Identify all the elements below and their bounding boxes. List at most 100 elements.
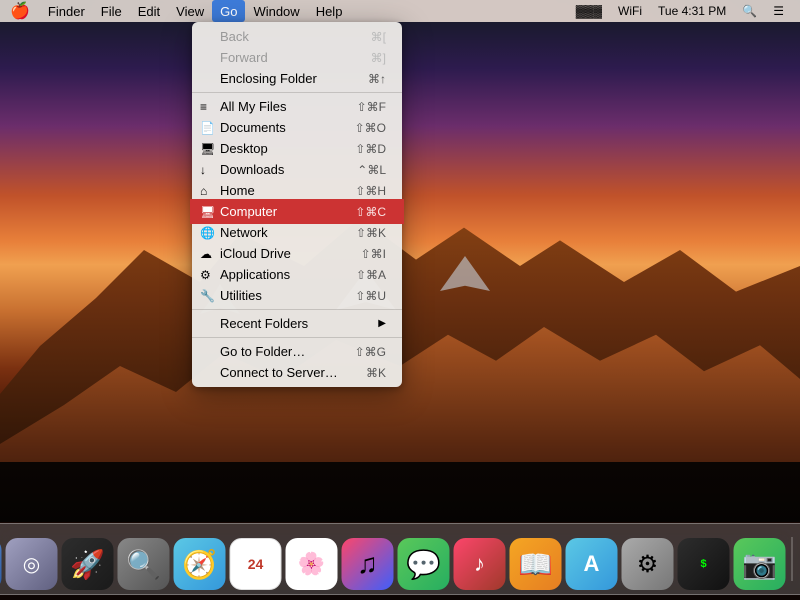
enclosing-label: Enclosing Folder bbox=[220, 71, 368, 86]
enclosing-shortcut: ⌘↑ bbox=[368, 72, 386, 86]
menubar: 🍎 Finder File Edit View Go Window Help bbox=[0, 0, 800, 22]
menu-item-connect-server[interactable]: Connect to Server… ⌘K bbox=[192, 362, 402, 383]
snow-patch-2 bbox=[440, 256, 490, 291]
desktop-shortcut: ⇧⌘D bbox=[355, 142, 386, 156]
connect-server-shortcut: ⌘K bbox=[366, 366, 386, 380]
icloud-shortcut: ⇧⌘I bbox=[361, 247, 386, 261]
icloud-label: iCloud Drive bbox=[220, 246, 361, 261]
desktop-icon: 🖥 bbox=[200, 142, 215, 156]
menu-item-documents[interactable]: 📄 Documents ⇧⌘O bbox=[192, 117, 402, 138]
home-icon: ⌂ bbox=[200, 184, 207, 198]
dock-appstore[interactable]: A bbox=[566, 538, 618, 590]
menu-item-all-my-files[interactable]: ≡ All My Files ⇧⌘F bbox=[192, 96, 402, 117]
dock-calendar[interactable]: 24 bbox=[230, 538, 282, 590]
dock-finder[interactable]: 🌀 bbox=[0, 538, 2, 590]
dock-safari[interactable]: 🧭 bbox=[174, 538, 226, 590]
applications-icon: ⚙ bbox=[200, 268, 211, 282]
all-my-files-label: All My Files bbox=[220, 99, 357, 114]
goto-folder-label: Go to Folder… bbox=[220, 344, 355, 359]
menu-item-recent-folders[interactable]: Recent Folders bbox=[192, 313, 402, 334]
battery-indicator[interactable]: ▓▓▓ bbox=[568, 0, 610, 22]
menu-item-home[interactable]: ⌂ Home ⇧⌘H bbox=[192, 180, 402, 201]
help-label: Help bbox=[316, 4, 343, 19]
computer-shortcut: ⇧⌘C bbox=[355, 205, 386, 219]
clock[interactable]: Tue 4:31 PM bbox=[650, 0, 734, 22]
wifi-icon: WiFi bbox=[618, 4, 642, 18]
search-icon: 🔍 bbox=[742, 4, 757, 18]
menu-item-icloud[interactable]: ☁ iCloud Drive ⇧⌘I bbox=[192, 243, 402, 264]
menubar-file[interactable]: File bbox=[93, 0, 130, 22]
apple-icon: 🍎 bbox=[10, 1, 30, 21]
finder-label: Finder bbox=[48, 4, 85, 19]
network-icon: 🌐 bbox=[200, 226, 215, 240]
documents-label: Documents bbox=[220, 120, 355, 135]
menubar-view[interactable]: View bbox=[168, 0, 212, 22]
menubar-left: 🍎 Finder File Edit View Go Window Help bbox=[0, 0, 568, 22]
back-shortcut: ⌘[ bbox=[371, 30, 386, 44]
dock-launchpad[interactable]: 🚀 bbox=[62, 538, 114, 590]
edit-label: Edit bbox=[138, 4, 160, 19]
applications-label: Applications bbox=[220, 267, 356, 282]
menu-item-forward[interactable]: Forward ⌘] bbox=[192, 47, 402, 68]
menu-item-computer[interactable]: 🖥 Computer ⇧⌘C bbox=[192, 201, 402, 222]
menu-item-network[interactable]: 🌐 Network ⇧⌘K bbox=[192, 222, 402, 243]
dock-terminal[interactable]: $ bbox=[678, 538, 730, 590]
utilities-icon: 🔧 bbox=[200, 289, 215, 303]
dock-photos[interactable]: 🌸 bbox=[286, 538, 338, 590]
utilities-label: Utilities bbox=[220, 288, 355, 303]
menu-separator-2 bbox=[192, 309, 402, 310]
menu-separator-1 bbox=[192, 92, 402, 93]
dock-separator bbox=[792, 537, 793, 581]
apple-menu[interactable]: 🍎 bbox=[0, 0, 40, 22]
desktop: 🍎 Finder File Edit View Go Window Help bbox=[0, 0, 800, 600]
all-my-files-icon: ≡ bbox=[200, 100, 207, 114]
view-label: View bbox=[176, 4, 204, 19]
menu-item-downloads[interactable]: ↓ Downloads ⌃⌘L bbox=[192, 159, 402, 180]
notification-center[interactable]: ☰ bbox=[765, 0, 792, 22]
clock-display: Tue 4:31 PM bbox=[658, 4, 726, 18]
search-button[interactable]: 🔍 bbox=[734, 0, 765, 22]
computer-label: Computer bbox=[220, 204, 355, 219]
goto-folder-shortcut: ⇧⌘G bbox=[355, 345, 386, 359]
menubar-help[interactable]: Help bbox=[308, 0, 351, 22]
dock-siri[interactable]: ◎ bbox=[6, 538, 58, 590]
back-label: Back bbox=[220, 29, 371, 44]
documents-icon: 📄 bbox=[200, 121, 215, 135]
documents-shortcut: ⇧⌘O bbox=[355, 121, 386, 135]
network-shortcut: ⇧⌘K bbox=[356, 226, 386, 240]
menu-item-desktop[interactable]: 🖥 Desktop ⇧⌘D bbox=[192, 138, 402, 159]
downloads-icon: ↓ bbox=[200, 163, 206, 177]
dock-itunes[interactable]: ♫ bbox=[342, 538, 394, 590]
wifi-indicator[interactable]: WiFi bbox=[610, 0, 650, 22]
menubar-edit[interactable]: Edit bbox=[130, 0, 168, 22]
network-label: Network bbox=[220, 225, 356, 240]
home-shortcut: ⇧⌘H bbox=[355, 184, 386, 198]
dock-ibooks[interactable]: 📖 bbox=[510, 538, 562, 590]
dock-magnifier[interactable]: 🔍 bbox=[118, 538, 170, 590]
forward-shortcut: ⌘] bbox=[371, 51, 386, 65]
menubar-right: ▓▓▓ WiFi Tue 4:31 PM 🔍 ☰ bbox=[568, 0, 800, 22]
menu-item-back[interactable]: Back ⌘[ bbox=[192, 26, 402, 47]
recent-folders-label: Recent Folders bbox=[220, 316, 378, 331]
dock-messages[interactable]: 💬 bbox=[398, 538, 450, 590]
computer-icon: 🖥 bbox=[200, 205, 215, 219]
dock-facetime[interactable]: 📷 bbox=[734, 538, 786, 590]
menu-separator-3 bbox=[192, 337, 402, 338]
file-label: File bbox=[101, 4, 122, 19]
menu-item-goto-folder[interactable]: Go to Folder… ⇧⌘G bbox=[192, 341, 402, 362]
home-label: Home bbox=[220, 183, 355, 198]
go-label: Go bbox=[220, 4, 237, 19]
dock-sysprefs[interactable]: ⚙ bbox=[622, 538, 674, 590]
connect-server-label: Connect to Server… bbox=[220, 365, 366, 380]
menubar-window[interactable]: Window bbox=[245, 0, 307, 22]
dock-music[interactable]: ♪ bbox=[454, 538, 506, 590]
go-menu-dropdown: Back ⌘[ Forward ⌘] Enclosing Folder ⌘↑ ≡… bbox=[192, 22, 402, 387]
menu-item-utilities[interactable]: 🔧 Utilities ⇧⌘U bbox=[192, 285, 402, 306]
downloads-shortcut: ⌃⌘L bbox=[357, 163, 386, 177]
menu-item-enclosing[interactable]: Enclosing Folder ⌘↑ bbox=[192, 68, 402, 89]
menubar-go[interactable]: Go bbox=[212, 0, 245, 22]
menu-item-applications[interactable]: ⚙ Applications ⇧⌘A bbox=[192, 264, 402, 285]
desktop-label: Desktop bbox=[220, 141, 355, 156]
downloads-label: Downloads bbox=[220, 162, 357, 177]
menubar-finder[interactable]: Finder bbox=[40, 0, 93, 22]
